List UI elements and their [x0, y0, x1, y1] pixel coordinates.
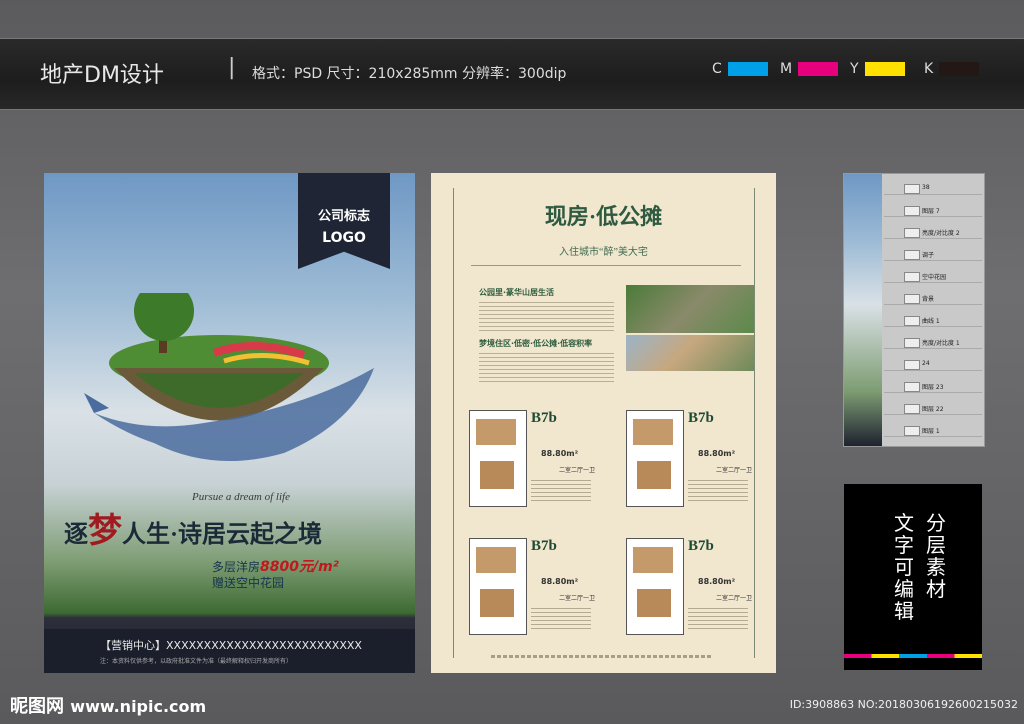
floor-plan-image [626, 410, 684, 507]
floor-plan: B7b 88.80m² 二室二厅一卫 [618, 405, 754, 515]
flyer-title: 现房·低公摊 [544, 204, 663, 229]
plan-code: B7b [688, 410, 714, 426]
layer-row[interactable]: 图层 1 [884, 424, 982, 437]
black-swatch [939, 62, 980, 76]
price-value: 8800元/m² [260, 559, 339, 575]
border-line-left [453, 188, 454, 658]
plan-code: B7b [688, 538, 714, 554]
layer-row[interactable]: 图层 7 [884, 204, 982, 217]
floor-plan: B7b 88.80m² 二室二厅一卫 [461, 533, 597, 643]
cmyk-y: Y [850, 61, 905, 77]
floor-plan-image [469, 410, 527, 507]
floor-plan-image [469, 538, 527, 635]
title-separator: | [228, 55, 236, 80]
layer-row[interactable]: 38 [884, 182, 982, 195]
layer-row[interactable]: 背景 [884, 292, 982, 305]
cmyk-k: K [924, 61, 980, 77]
layer-row[interactable]: 曲线 1 [884, 314, 982, 327]
color-bar [844, 654, 982, 658]
plan-rooms: 二室二厅一卫 [559, 595, 596, 602]
whale-image [84, 368, 374, 461]
plan-area: 88.80m² [541, 449, 579, 458]
section-title-1: 公园里·篆华山居生活 [479, 288, 555, 297]
plan-notes [688, 477, 748, 503]
plan-area: 88.80m² [541, 577, 579, 586]
border-line-right [754, 188, 755, 658]
watermark-url: www.nipic.com [70, 697, 207, 716]
footer-note: 注：本资料仅供参考，以政府批准文件为准（最终解释权归开发商所有） [100, 658, 293, 665]
price-block: 多层洋房8800元/m² 赠送空中花园 [212, 559, 339, 590]
plan-notes [531, 477, 591, 503]
layer-row[interactable]: 图层 23 [884, 380, 982, 393]
layers-panel: 38 图层 7 亮度/对比度 2 调子 空中花园 背景 曲线 1 亮度/对比度 … [843, 173, 985, 447]
layer-preview [844, 174, 882, 446]
body-text-1 [479, 299, 614, 333]
poster-front: 公司标志 LOGO Pursue a dream of life 逐梦人生·诗居… [44, 173, 415, 673]
floor-plan: B7b 88.80m² 二室二厅一卫 [461, 405, 597, 515]
poster-footer: 【营销中心】XXXXXXXXXXXXXXXXXXXXXXXXXX 注：本资料仅供… [44, 629, 415, 673]
plan-rooms: 二室二厅一卫 [716, 467, 753, 474]
watermark: 昵图网 www.nipic.com [10, 692, 206, 718]
yellow-swatch [864, 62, 905, 76]
page-title: 地产DM设计 [40, 63, 164, 88]
logo-text: LOGO [322, 230, 366, 246]
plan-area: 88.80m² [698, 577, 736, 586]
layer-row[interactable]: 图层 22 [884, 402, 982, 415]
sales-center: 【营销中心】XXXXXXXXXXXXXXXXXXXXXXXXXX [100, 639, 362, 652]
promo-col1: 分层素材 [926, 511, 946, 601]
plan-rooms: 二室二厅一卫 [716, 595, 753, 602]
cyan-swatch [727, 62, 768, 76]
logo-label: 公司标志 [317, 208, 370, 223]
floor-plan: B7b 88.80m² 二室二厅一卫 [618, 533, 754, 643]
plan-code: B7b [531, 538, 557, 554]
plan-rooms: 二室二厅一卫 [559, 467, 596, 474]
magenta-swatch [798, 62, 839, 76]
poster-tagline: Pursue a dream of life [192, 491, 290, 503]
poster-back: 现房·低公摊 入住城市“醉”美大宅 公园里·篆华山居生活 梦境住区·低密·低公摊… [431, 173, 776, 673]
image-id: ID:3908863 NO:20180306192600215032 [789, 698, 1018, 711]
layer-row[interactable]: 亮度/对比度 2 [884, 226, 982, 239]
watermark-brand: 昵图网 [10, 696, 64, 717]
flyer-subtitle: 入住城市“醉”美大宅 [559, 247, 648, 258]
cmyk-c: C [712, 61, 768, 77]
floor-plan-image [626, 538, 684, 635]
layer-row[interactable]: 24 [884, 358, 982, 371]
header-bar: 地产DM设计 | 格式：PSD 尺寸：210x285mm 分辨率：300dip … [0, 38, 1024, 110]
plan-area: 88.80m² [698, 449, 736, 458]
building-photo [626, 335, 754, 371]
layer-row[interactable]: 亮度/对比度 1 [884, 336, 982, 349]
section-title-2: 梦境住区·低密·低公摊·低容积率 [479, 339, 593, 348]
aerial-photo [626, 285, 754, 333]
spec-text: 格式：PSD 尺寸：210x285mm 分辨率：300dip [252, 66, 567, 82]
plan-notes [688, 605, 748, 631]
promo-col2: 文字可编辑 [894, 511, 914, 623]
plan-code: B7b [531, 410, 557, 426]
layer-row[interactable]: 空中花园 [884, 270, 982, 283]
footer-text [491, 655, 711, 658]
company-logo: 公司标志 LOGO [298, 173, 390, 269]
body-text-2 [479, 350, 614, 384]
poster-headline: 逐梦人生·诗居云起之境 [64, 513, 323, 550]
layer-row[interactable]: 调子 [884, 248, 982, 261]
cmyk-m: M [780, 61, 839, 77]
plan-notes [531, 605, 591, 631]
price-gift: 赠送空中花园 [212, 576, 285, 590]
promo-box: 分层素材 文字可编辑 [844, 484, 982, 670]
